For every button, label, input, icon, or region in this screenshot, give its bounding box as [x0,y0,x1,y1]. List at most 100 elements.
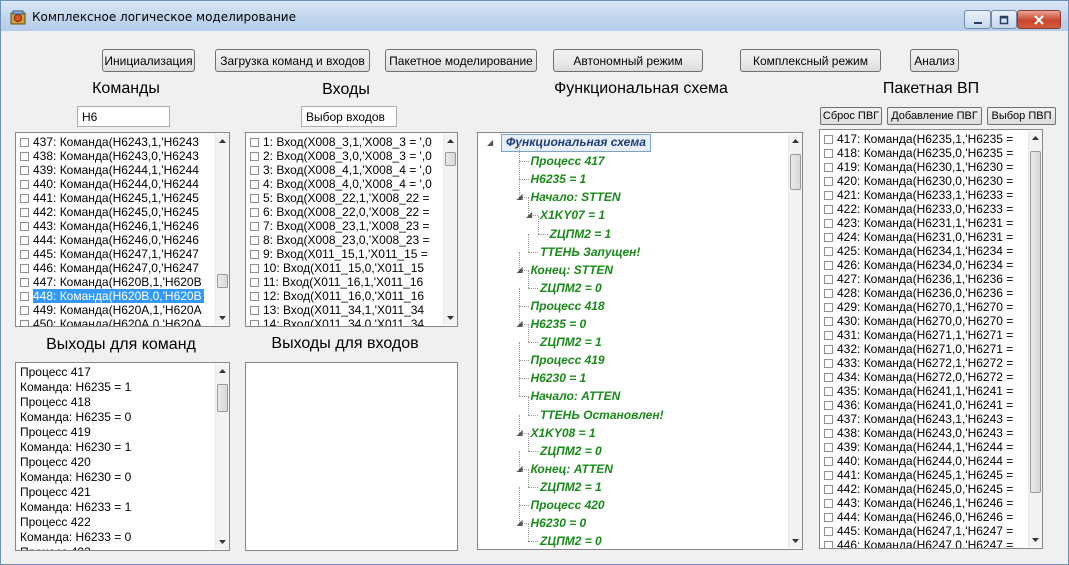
item-checkbox[interactable] [250,263,259,273]
list-item[interactable]: 442: Команда(Н6245,0,'Н6245 [18,205,204,219]
list-item[interactable]: 423: Команда(Н6231,1,'Н6231 = [822,216,1013,230]
tree-node[interactable]: Н6235 = 1 [531,170,587,188]
list-item[interactable]: 11: Вход(Х011_16,1,'Х011_16 [248,275,432,289]
list-item[interactable]: 447: Команда(Н620В,1,'Н620В [18,275,204,289]
tree-expander-icon[interactable]: ◢ [517,464,523,473]
scroll-down-arrow[interactable] [444,311,457,325]
commands-scrollbar[interactable] [215,134,229,325]
list-item[interactable]: 450: Команда(Н620А,0,'Н620А [18,317,204,326]
item-checkbox[interactable] [20,319,29,326]
item-checkbox[interactable] [250,277,259,287]
list-item[interactable]: 14: Вход(Х011_34,0,'Х011_34 [248,317,432,326]
inputs-scrollbar[interactable] [443,134,457,325]
item-checkbox[interactable] [250,319,259,326]
list-item[interactable]: 418: Команда(Н6235,0,'Н6235 = [822,146,1013,160]
item-checkbox[interactable] [20,235,29,245]
list-item[interactable]: 6: Вход(Х008_22,0,'Х008_22 = [248,205,432,219]
item-checkbox[interactable] [824,484,833,494]
item-checkbox[interactable] [20,137,29,147]
list-item[interactable]: 425: Команда(Н6234,1,'Н6234 = [822,244,1013,258]
list-item[interactable]: 443: Команда(Н6246,1,'Н6246 [18,219,204,233]
tree-expander-icon[interactable]: ◢ [517,319,523,328]
list-item[interactable]: 439: Команда(Н6244,1,'Н6244 [18,163,204,177]
list-item[interactable]: 13: Вход(Х011_34,1,'Х011_34 [248,303,432,317]
tree-node[interactable]: Н6230 = 1 [531,369,587,387]
item-checkbox[interactable] [824,498,833,508]
item-checkbox[interactable] [250,235,259,245]
item-checkbox[interactable] [824,512,833,522]
list-item[interactable]: 445: Команда(Н6247,1,'Н6247 = [822,524,1013,538]
list-item[interactable]: 440: Команда(Н6244,0,'Н6244 [18,177,204,191]
tree-expander-icon[interactable]: ◢ [517,428,523,437]
batch-modeling-button[interactable]: Пакетное моделирование [385,49,537,72]
tree-node[interactable]: ZЦПМ2 = 1 [540,478,602,496]
list-item[interactable]: 5: Вход(Х008_22,1,'Х008_22 = [248,191,432,205]
inputs-filter-input[interactable] [301,106,397,127]
tree-node[interactable]: Н6230 = 0 [531,514,587,532]
item-checkbox[interactable] [824,386,833,396]
list-item[interactable]: 421: Команда(Н6233,1,'Н6233 = [822,188,1013,202]
tree-node[interactable]: Начало: STTEN [531,188,621,206]
scroll-down-arrow[interactable] [216,311,229,325]
list-item[interactable]: 444: Команда(Н6246,0,'Н6246 [18,233,204,247]
list-item[interactable]: 437: Команда(Н6243,1,'Н6243 [18,135,204,149]
list-item[interactable]: 428: Команда(Н6236,0,'Н6236 = [822,286,1013,300]
list-item[interactable]: 436: Команда(Н6241,0,'Н6241 = [822,398,1013,412]
list-item[interactable]: 449: Команда(Н620А,1,'Н620А [18,303,204,317]
list-item[interactable]: 12: Вход(Х011_16,0,'Х011_16 [248,289,432,303]
list-item[interactable]: 446: Команда(Н6247,0,'Н6247 = [822,538,1013,548]
list-item[interactable]: 7: Вход(Х008_23,1,'Х008_23 = [248,219,432,233]
batch-scrollbar[interactable] [1028,131,1042,547]
item-checkbox[interactable] [20,249,29,259]
tree-node[interactable]: Начало: ATTEN [531,387,621,405]
commands-filter-input[interactable] [77,106,170,127]
item-checkbox[interactable] [824,470,833,480]
list-item[interactable]: 3: Вход(Х008_4,1,'Х008_4 = ',0 [248,163,432,177]
item-checkbox[interactable] [824,414,833,424]
item-checkbox[interactable] [824,288,833,298]
tree-node[interactable]: ТТЕНЬ Остановлен! [540,406,664,424]
list-item[interactable]: 444: Команда(Н6246,0,'Н6246 = [822,510,1013,524]
item-checkbox[interactable] [824,260,833,270]
item-checkbox[interactable] [250,193,259,203]
list-item[interactable]: 430: Команда(Н6270,0,'Н6270 = [822,314,1013,328]
item-checkbox[interactable] [250,165,259,175]
batch-listbox[interactable]: 417: Команда(Н6235,1,'Н6235 = 418: Команд… [819,129,1043,549]
list-item[interactable]: 9: Вход(Х011_15,1,'Х011_15 = [248,247,432,261]
autonomous-mode-button[interactable]: Автономный режим [553,49,703,72]
item-checkbox[interactable] [824,162,833,172]
scroll-down-arrow[interactable] [1029,533,1042,547]
item-checkbox[interactable] [824,302,833,312]
command-outputs-scrollbar[interactable] [215,364,229,549]
minimize-button[interactable] [964,10,991,29]
list-item[interactable]: 432: Команда(Н6271,0,'Н6271 = [822,342,1013,356]
item-checkbox[interactable] [250,207,259,217]
item-checkbox[interactable] [824,428,833,438]
list-item[interactable]: 431: Команда(Н6271,1,'Н6271 = [822,328,1013,342]
item-checkbox[interactable] [824,232,833,242]
item-checkbox[interactable] [824,344,833,354]
item-checkbox[interactable] [824,218,833,228]
command-outputs-listbox[interactable]: Процесс 417 Команда: Н6235 = 1 Процесс 418… [15,362,230,551]
list-item[interactable]: 448: Команда(Н620В,0,'Н620В [18,289,204,303]
item-checkbox[interactable] [20,305,29,315]
tree-expander-icon[interactable]: ◢ [487,138,493,147]
analysis-button[interactable]: Анализ [910,49,959,72]
list-item[interactable]: 439: Команда(Н6244,1,'Н6244 = [822,440,1013,454]
list-item[interactable]: 446: Команда(Н6247,0,'Н6247 [18,261,204,275]
add-pvg-button[interactable]: Добавление ПВГ [887,107,982,125]
list-item[interactable]: 440: Команда(Н6244,0,'Н6244 = [822,454,1013,468]
tree-node[interactable]: ZЦПМ2 = 0 [540,442,602,460]
init-button[interactable]: Инициализация [102,49,195,72]
maximize-button[interactable] [991,10,1017,29]
tree-node[interactable]: Процесс 418 [531,297,605,315]
input-outputs-listbox[interactable] [245,362,458,551]
scroll-down-arrow[interactable] [216,535,229,549]
item-checkbox[interactable] [824,148,833,158]
item-checkbox[interactable] [20,221,29,231]
tree-node[interactable]: Процесс 417 [531,152,605,170]
item-checkbox[interactable] [824,316,833,326]
item-checkbox[interactable] [824,372,833,382]
tree-node[interactable]: ZЦПМ2 = 1 [540,333,602,351]
list-item[interactable]: 443: Команда(Н6246,1,'Н6246 = [822,496,1013,510]
